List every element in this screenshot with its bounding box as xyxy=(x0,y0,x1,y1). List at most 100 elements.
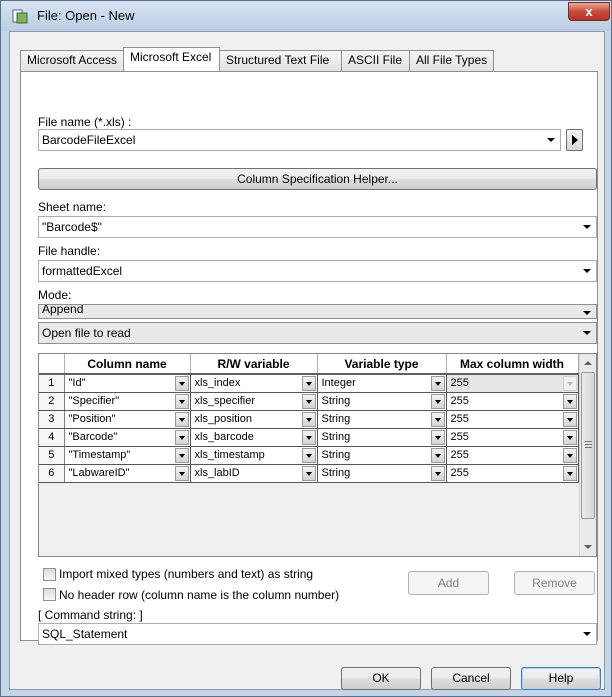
max-width-cell[interactable]: 255 xyxy=(446,446,579,465)
cell-dropdown-button[interactable] xyxy=(301,447,316,463)
column-spec-grid[interactable]: Column name R/W variable Variable type M… xyxy=(38,353,597,557)
cell-dropdown-button[interactable] xyxy=(301,376,316,391)
add-button[interactable]: Add xyxy=(408,571,489,595)
cell-dropdown-button[interactable] xyxy=(430,429,445,445)
cell-value: xls_barcode xyxy=(194,430,254,443)
variable-type-cell[interactable]: String xyxy=(317,410,447,429)
chevron-down-icon xyxy=(434,471,441,476)
table-row[interactable]: 3 "Position" xls_position String 255 xyxy=(39,410,579,429)
ok-button[interactable]: OK xyxy=(341,667,421,690)
cell-dropdown-button[interactable] xyxy=(174,447,189,463)
column-name-cell[interactable]: "LabwareID" xyxy=(64,464,191,483)
cell-dropdown-button[interactable] xyxy=(174,429,189,445)
table-row[interactable]: 1 "Id" xls_index Integer 255 xyxy=(39,374,579,393)
file-name-combobox[interactable]: BarcodeFileExcel xyxy=(38,129,561,151)
cell-dropdown-button[interactable] xyxy=(174,465,189,481)
row-number[interactable]: 5 xyxy=(39,446,65,465)
variable-type-cell[interactable]: Integer xyxy=(317,374,447,393)
cell-dropdown-button[interactable] xyxy=(562,447,577,463)
variable-type-cell[interactable]: String xyxy=(317,428,447,447)
cell-dropdown-button[interactable] xyxy=(174,411,189,427)
title-bar[interactable]: File: Open - New x xyxy=(1,1,611,31)
header-variable-type[interactable]: Variable type xyxy=(317,354,447,375)
column-specification-helper-button[interactable]: Column Specification Helper... xyxy=(38,168,597,190)
rw-variable-cell[interactable]: xls_position xyxy=(190,410,318,429)
max-width-cell[interactable]: 255 xyxy=(446,392,579,411)
cell-dropdown-button[interactable] xyxy=(562,393,577,409)
tab-microsoft-access[interactable]: Microsoft Access xyxy=(20,50,124,71)
chevron-down-icon xyxy=(566,435,573,440)
cell-dropdown-button[interactable] xyxy=(301,429,316,445)
row-number[interactable]: 3 xyxy=(39,410,65,429)
cell-dropdown-button[interactable] xyxy=(301,393,316,409)
mode-dropdown-selected[interactable]: Open file to read xyxy=(38,322,597,344)
max-width-cell[interactable]: 255 xyxy=(446,410,579,429)
column-name-cell[interactable]: "Barcode" xyxy=(64,428,191,447)
table-row[interactable]: 4 "Barcode" xls_barcode String 255 xyxy=(39,428,579,447)
file-handle-combobox[interactable]: formattedExcel xyxy=(38,260,597,282)
rw-variable-cell[interactable]: xls_timestamp xyxy=(190,446,318,465)
cell-dropdown-button[interactable] xyxy=(430,447,445,463)
tab-all-file-types[interactable]: All File Types xyxy=(409,50,494,71)
cell-dropdown-button[interactable] xyxy=(562,411,577,427)
rw-variable-cell[interactable]: xls_barcode xyxy=(190,428,318,447)
tab-structured-text-file[interactable]: Structured Text File xyxy=(219,50,342,71)
cell-dropdown-button[interactable] xyxy=(174,393,189,409)
remove-button[interactable]: Remove xyxy=(514,571,595,595)
column-name-cell[interactable]: "Position" xyxy=(64,410,191,429)
rw-variable-cell[interactable]: xls_labID xyxy=(190,464,318,483)
cell-dropdown-button[interactable] xyxy=(430,465,445,481)
rw-variable-cell[interactable]: xls_index xyxy=(190,374,318,393)
cell-dropdown-button[interactable] xyxy=(301,465,316,481)
cell-dropdown-button[interactable] xyxy=(430,376,445,391)
rw-variable-cell[interactable]: xls_specifier xyxy=(190,392,318,411)
cell-dropdown-button[interactable] xyxy=(562,465,577,481)
table-row[interactable]: 6 "LabwareID" xls_labID String 255 xyxy=(39,464,579,483)
row-number[interactable]: 4 xyxy=(39,428,65,447)
cell-value: xls_labID xyxy=(194,466,240,479)
row-number[interactable]: 1 xyxy=(39,374,65,393)
column-name-cell[interactable]: "Id" xyxy=(64,374,191,393)
cell-dropdown-button[interactable] xyxy=(430,411,445,427)
variable-type-cell[interactable]: String xyxy=(317,392,447,411)
browse-arrow-button[interactable] xyxy=(566,129,583,151)
cell-dropdown-button[interactable] xyxy=(562,429,577,445)
scrollbar-thumb[interactable] xyxy=(581,372,595,519)
cell-dropdown-button[interactable] xyxy=(301,411,316,427)
header-rw-variable[interactable]: R/W variable xyxy=(190,354,318,375)
import-mixed-checkbox[interactable] xyxy=(43,568,56,581)
help-button[interactable]: Help xyxy=(521,667,601,690)
cell-dropdown-button[interactable] xyxy=(430,393,445,409)
no-header-checkbox[interactable] xyxy=(43,588,56,601)
cancel-button[interactable]: Cancel xyxy=(431,667,511,690)
max-width-cell[interactable]: 255 xyxy=(446,464,579,483)
mode-combobox[interactable]: Append xyxy=(38,304,597,319)
header-max-column-width[interactable]: Max column width xyxy=(446,354,579,375)
column-name-cell[interactable]: "Specifier" xyxy=(64,392,191,411)
column-name-cell[interactable]: "Timestamp" xyxy=(64,446,191,465)
grid-vertical-scrollbar[interactable] xyxy=(579,354,596,556)
button-label: Column Specification Helper... xyxy=(237,172,398,186)
variable-type-cell[interactable]: String xyxy=(317,464,447,483)
command-string-combobox[interactable]: SQL_Statement xyxy=(38,623,597,645)
tab-microsoft-excel[interactable]: Microsoft Excel xyxy=(123,47,220,71)
header-column-name[interactable]: Column name xyxy=(64,354,191,375)
grip-line xyxy=(585,444,592,445)
chevron-down-icon xyxy=(305,435,312,440)
table-row[interactable]: 2 "Specifier" xls_specifier String 255 xyxy=(39,392,579,411)
max-width-cell[interactable]: 255 xyxy=(446,428,579,447)
row-number[interactable]: 2 xyxy=(39,392,65,411)
scroll-up-icon[interactable] xyxy=(584,361,592,365)
sheet-name-combobox[interactable]: "Barcode$" xyxy=(38,216,597,238)
tab-label: Structured Text File xyxy=(226,53,330,67)
chevron-down-icon xyxy=(178,453,185,458)
tab-ascii-file[interactable]: ASCII File xyxy=(341,50,410,71)
table-row[interactable]: 5 "Timestamp" xls_timestamp String 255 xyxy=(39,446,579,465)
close-button[interactable]: x xyxy=(568,2,610,21)
cell-dropdown-button[interactable] xyxy=(174,376,189,391)
variable-type-cell[interactable]: String xyxy=(317,446,447,465)
row-number[interactable]: 6 xyxy=(39,464,65,483)
scroll-down-icon[interactable] xyxy=(584,545,592,549)
dialog-window: File: Open - New x Microsoft Access Micr… xyxy=(0,0,612,697)
max-width-cell[interactable]: 255 xyxy=(446,374,579,393)
